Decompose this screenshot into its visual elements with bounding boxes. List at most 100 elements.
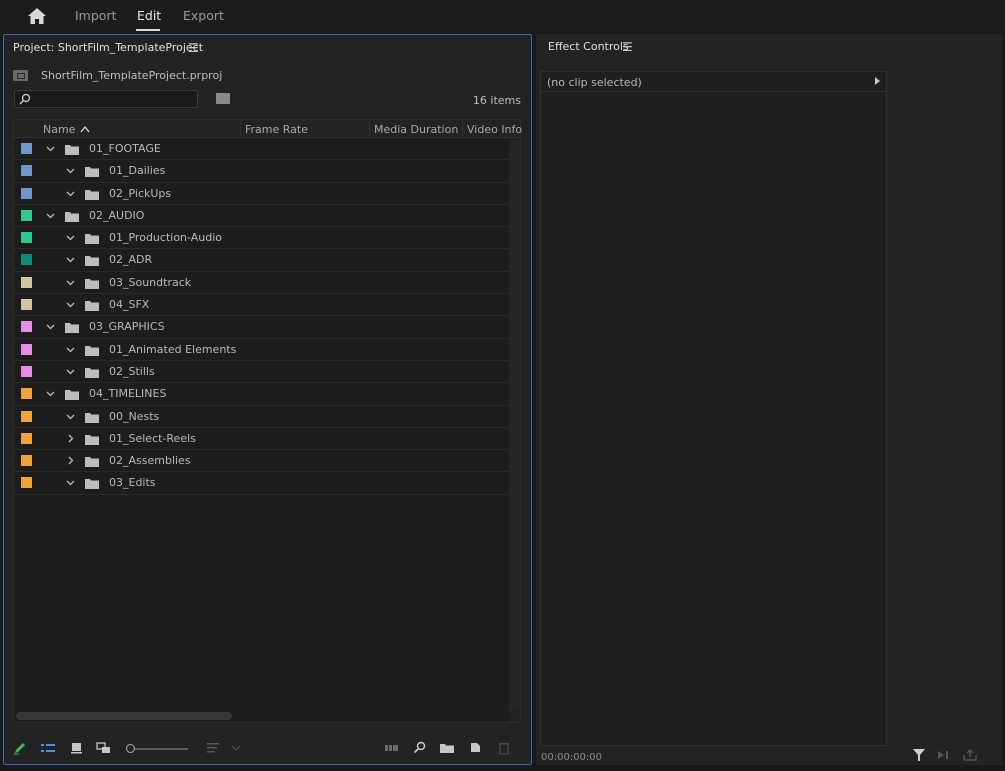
play-icon[interactable] bbox=[875, 77, 880, 85]
folder-icon bbox=[85, 278, 99, 289]
chevron-down-icon[interactable] bbox=[66, 300, 75, 309]
label-color-swatch[interactable] bbox=[21, 410, 32, 422]
zoom-slider-track[interactable] bbox=[132, 748, 188, 750]
list-item[interactable]: 02_PickUps bbox=[14, 183, 508, 205]
column-divider[interactable] bbox=[462, 120, 463, 138]
find-icon[interactable] bbox=[412, 741, 428, 755]
vertical-scrollbar-thumb[interactable] bbox=[510, 140, 519, 710]
bin-name: 02_AUDIO bbox=[89, 208, 145, 222]
chevron-down-icon[interactable] bbox=[66, 367, 75, 376]
chevron-down-icon[interactable] bbox=[66, 233, 75, 242]
play-audio-icon[interactable] bbox=[936, 748, 952, 762]
label-color-swatch[interactable] bbox=[21, 299, 32, 311]
bin-name: 04_TIMELINES bbox=[89, 387, 167, 401]
label-color-swatch[interactable] bbox=[21, 232, 32, 244]
panel-menu-icon[interactable]: ☰ bbox=[622, 40, 633, 54]
trash-icon[interactable] bbox=[496, 741, 512, 755]
column-divider[interactable] bbox=[240, 120, 241, 138]
column-divider[interactable] bbox=[369, 120, 370, 138]
chevron-down-icon[interactable] bbox=[66, 412, 75, 421]
automate-to-sequence-icon[interactable] bbox=[384, 741, 400, 755]
panel-menu-icon[interactable]: ☰ bbox=[188, 41, 199, 55]
list-item[interactable]: 03_Edits bbox=[14, 472, 508, 495]
label-color-swatch[interactable] bbox=[21, 343, 32, 355]
list-item[interactable]: 01_Animated Elements bbox=[14, 339, 508, 361]
new-bin-icon[interactable] bbox=[439, 741, 455, 755]
list-item[interactable]: 01_FOOTAGE bbox=[14, 138, 508, 161]
sort-ascending-icon[interactable] bbox=[80, 125, 90, 133]
chevron-right-icon[interactable] bbox=[66, 456, 75, 465]
chevron-down-icon[interactable] bbox=[66, 255, 75, 264]
chevron-down-icon[interactable] bbox=[228, 741, 244, 755]
chevron-down-icon[interactable] bbox=[66, 478, 75, 487]
pencil-icon[interactable] bbox=[13, 741, 29, 755]
folder-icon bbox=[85, 457, 99, 468]
horizontal-scrollbar-thumb[interactable] bbox=[16, 712, 232, 720]
label-color-swatch[interactable] bbox=[21, 321, 32, 333]
list-item[interactable]: 02_AUDIO bbox=[14, 205, 508, 228]
freeform-view-icon[interactable] bbox=[96, 741, 112, 755]
list-item[interactable]: 03_Soundtrack bbox=[14, 272, 508, 295]
zoom-slider-handle[interactable] bbox=[126, 744, 135, 753]
chevron-down-icon[interactable] bbox=[66, 166, 75, 175]
label-color-swatch[interactable] bbox=[21, 254, 32, 266]
chevron-down-icon[interactable] bbox=[46, 211, 55, 220]
column-frame-rate[interactable]: Frame Rate bbox=[245, 123, 308, 136]
list-item[interactable]: 04_SFX bbox=[14, 294, 508, 317]
no-clip-label: (no clip selected) bbox=[547, 76, 642, 89]
label-color-swatch[interactable] bbox=[21, 477, 32, 489]
label-color-swatch[interactable] bbox=[21, 432, 32, 444]
label-color-swatch[interactable] bbox=[21, 388, 32, 400]
list-item[interactable]: 02_Assemblies bbox=[14, 450, 508, 473]
tab-export[interactable]: Export bbox=[183, 8, 224, 23]
list-item[interactable]: 00_Nests bbox=[14, 406, 508, 428]
label-color-swatch[interactable] bbox=[21, 143, 32, 154]
label-color-swatch[interactable] bbox=[21, 455, 32, 467]
chevron-down-icon[interactable] bbox=[46, 144, 55, 153]
project-panel-title[interactable]: Project: ShortFilm_TemplateProject bbox=[13, 41, 203, 54]
export-icon[interactable] bbox=[962, 748, 978, 762]
chevron-down-icon[interactable] bbox=[66, 189, 75, 198]
project-file-name: ShortFilm_TemplateProject.prproj bbox=[41, 69, 223, 82]
horizontal-scrollbar[interactable] bbox=[14, 710, 509, 722]
list-item[interactable]: 02_ADR bbox=[14, 249, 508, 272]
search-input[interactable] bbox=[14, 90, 198, 108]
find-in-bin-icon[interactable] bbox=[216, 93, 230, 104]
new-item-icon[interactable] bbox=[468, 741, 484, 755]
label-color-swatch[interactable] bbox=[21, 187, 32, 199]
list-item[interactable]: 01_Production-Audio bbox=[14, 227, 508, 250]
column-media-duration[interactable]: Media Duration bbox=[374, 123, 458, 136]
chevron-down-icon[interactable] bbox=[46, 389, 55, 398]
chevron-right-icon[interactable] bbox=[66, 434, 75, 443]
column-video-info[interactable]: Video Info bbox=[467, 123, 522, 136]
column-name[interactable]: Name bbox=[43, 123, 75, 136]
list-item[interactable]: 04_TIMELINES bbox=[14, 383, 508, 406]
list-item[interactable]: 01_Select-Reels bbox=[14, 428, 508, 451]
project-file-icon bbox=[13, 70, 28, 81]
list-view-icon[interactable] bbox=[40, 741, 56, 755]
tab-import[interactable]: Import bbox=[75, 8, 117, 23]
bin-name: 02_Stills bbox=[109, 364, 155, 378]
label-color-swatch[interactable] bbox=[21, 165, 32, 177]
label-color-swatch[interactable] bbox=[21, 365, 32, 377]
filter-icon[interactable] bbox=[912, 748, 928, 762]
icon-view-icon[interactable] bbox=[69, 741, 85, 755]
bin-name: 01_Dailies bbox=[109, 164, 166, 178]
chevron-down-icon[interactable] bbox=[46, 322, 55, 331]
chevron-down-icon[interactable] bbox=[66, 345, 75, 354]
effect-controls-title[interactable]: Effect Controls bbox=[548, 40, 629, 53]
list-item[interactable]: 02_Stills bbox=[14, 361, 508, 384]
bin-name: 02_PickUps bbox=[109, 186, 172, 200]
home-icon[interactable] bbox=[27, 7, 47, 25]
list-item[interactable]: 03_GRAPHICS bbox=[14, 316, 508, 339]
bin-name: 03_Soundtrack bbox=[109, 275, 192, 289]
sort-icons-icon[interactable] bbox=[206, 741, 222, 755]
folder-icon bbox=[85, 479, 99, 490]
vertical-scrollbar[interactable] bbox=[509, 138, 520, 722]
label-color-swatch[interactable] bbox=[21, 209, 32, 221]
tab-edit[interactable]: Edit bbox=[137, 8, 161, 23]
list-item[interactable]: 01_Dailies bbox=[14, 160, 508, 183]
label-color-swatch[interactable] bbox=[21, 276, 32, 288]
chevron-down-icon[interactable] bbox=[66, 278, 75, 287]
timecode[interactable]: 00:00:00:00 bbox=[541, 752, 602, 763]
